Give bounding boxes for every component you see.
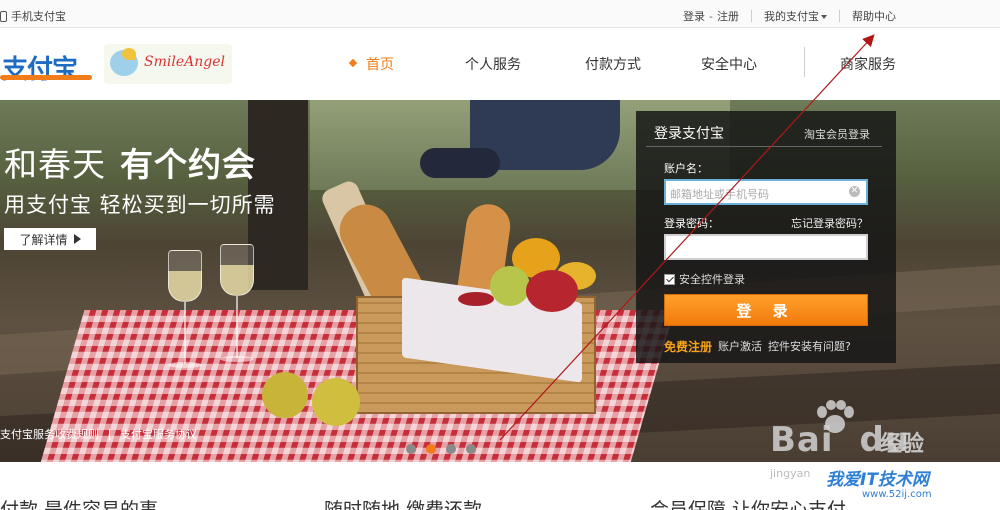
logo-swoosh (0, 75, 92, 80)
glass-stem (236, 296, 238, 358)
carousel-dots (406, 444, 476, 454)
my-alipay-menu[interactable]: 我的支付宝 (764, 8, 827, 24)
password-input[interactable] (664, 234, 868, 260)
divider (751, 10, 752, 22)
chevron-down-icon (821, 15, 827, 19)
account-activation-link[interactable]: 账户激活 (718, 338, 762, 355)
site-url-watermark: www.52ij.com (862, 489, 932, 500)
feature-heading-1: 付款 是件容易的事 (0, 499, 159, 510)
play-arrow-icon (73, 234, 81, 244)
glass-foot (168, 362, 202, 368)
service-agreement-link[interactable]: 支付宝服务协议 (120, 426, 197, 442)
glass-foot (220, 356, 254, 362)
phone-icon (0, 10, 7, 22)
secure-control-checkbox[interactable] (664, 273, 675, 285)
nav-home[interactable]: 首页 (348, 54, 394, 74)
password-label: 登录密码： (664, 217, 719, 230)
hero-title: 和春天 有个约会 (4, 138, 256, 186)
pear (262, 372, 308, 418)
red-apple (526, 270, 578, 312)
login-button[interactable]: 登 录 (664, 294, 868, 326)
nav-divider (804, 47, 805, 77)
account-name-input[interactable]: 邮箱地址或手机号码 ✕ (664, 179, 868, 205)
site-watermark: 我爱IT技术网 (826, 470, 929, 490)
jingyan-watermark: 经验 (880, 432, 925, 457)
carousel-dot[interactable] (446, 444, 456, 454)
learn-more-button[interactable]: 了解详情 (4, 228, 96, 250)
red-apple-small (458, 292, 494, 306)
baidu-text: Bai (770, 420, 834, 460)
divider (109, 428, 110, 440)
divider (646, 146, 882, 147)
site-header: 支付宝 SmileAngel 首页 个人服务 付款方式 安全中心 商家服务 (0, 29, 1000, 99)
logo-text: 支付宝 (2, 55, 78, 85)
free-register-link[interactable]: 免费注册 (664, 338, 712, 355)
hero-subtitle: 用支付宝 轻松买到一切所需 (4, 193, 276, 217)
jingyan-url-watermark: jingyan (770, 467, 811, 480)
mobile-alipay-link[interactable]: 手机支付宝 (0, 8, 66, 24)
carousel-dot-active[interactable] (426, 444, 436, 454)
account-name-placeholder: 邮箱地址或手机号码 (670, 188, 769, 201)
secure-control-label: 安全控件登录 (679, 273, 745, 286)
smile-angel-label: SmileAngel (144, 54, 225, 70)
taobao-member-login-link[interactable]: 淘宝会员登录 (804, 126, 870, 142)
carousel-dot[interactable] (406, 444, 416, 454)
champagne-glass (168, 250, 202, 302)
green-apple (490, 266, 530, 306)
nav-merchant-services[interactable]: 商家服务 (840, 54, 896, 74)
account-name-label: 账户名： (664, 162, 708, 175)
learn-more-label: 了解详情 (19, 232, 68, 247)
hero-links: 支付宝服务收费规则 支付宝服务协议 (0, 426, 197, 442)
secure-control-option[interactable]: 安全控件登录 (664, 271, 745, 287)
carousel-dot[interactable] (466, 444, 476, 454)
nav-payment-methods[interactable]: 付款方式 (585, 54, 641, 74)
login-title: 登录支付宝 (654, 126, 724, 142)
top-right-links: 登录 - 注册 我的支付宝 帮助中心 (683, 8, 896, 24)
nav-security-center[interactable]: 安全中心 (701, 54, 757, 74)
glass-stem (184, 302, 186, 364)
help-center-link[interactable]: 帮助中心 (852, 8, 896, 24)
login-panel: 登录支付宝 淘宝会员登录 账户名： 邮箱地址或手机号码 ✕ 登录密码： 忘记登录… (636, 111, 896, 363)
login-footer-links: 免费注册 账户激活 控件安装有问题? (664, 338, 851, 355)
hero-title-a: 和春天 (4, 145, 106, 184)
top-utility-bar: 手机支付宝 登录 - 注册 我的支付宝 帮助中心 (0, 0, 1000, 28)
nav-home-label: 首页 (366, 57, 394, 73)
smile-angel-banner[interactable]: SmileAngel (104, 44, 232, 84)
service-fee-rules-link[interactable]: 支付宝服务收费规则 (0, 426, 99, 442)
divider (839, 10, 840, 22)
wing-icon (122, 48, 136, 60)
login-link[interactable]: 登录 (683, 8, 705, 24)
login-register-separator: - (709, 9, 713, 23)
register-link[interactable]: 注册 (717, 8, 739, 24)
champagne-glass (220, 244, 254, 296)
active-diamond-icon (348, 58, 358, 68)
nav-personal-services[interactable]: 个人服务 (465, 54, 521, 74)
forgot-password-link[interactable]: 忘记登录密码？ (791, 215, 868, 231)
feature-heading-2: 随时随地 缴费还款 (324, 499, 483, 510)
clear-icon[interactable]: ✕ (849, 186, 860, 197)
alipay-logo[interactable]: 支付宝 (0, 45, 96, 85)
feature-heading-3: 会员保障 让你安心支付 (650, 499, 847, 510)
control-install-help-link[interactable]: 控件安装有问题? (768, 338, 851, 355)
my-alipay-label: 我的支付宝 (764, 10, 819, 23)
pear (312, 378, 360, 426)
hero-title-b: 有个约会 (120, 145, 256, 184)
mobile-alipay-label: 手机支付宝 (11, 10, 66, 23)
background-person-legs (420, 148, 500, 178)
